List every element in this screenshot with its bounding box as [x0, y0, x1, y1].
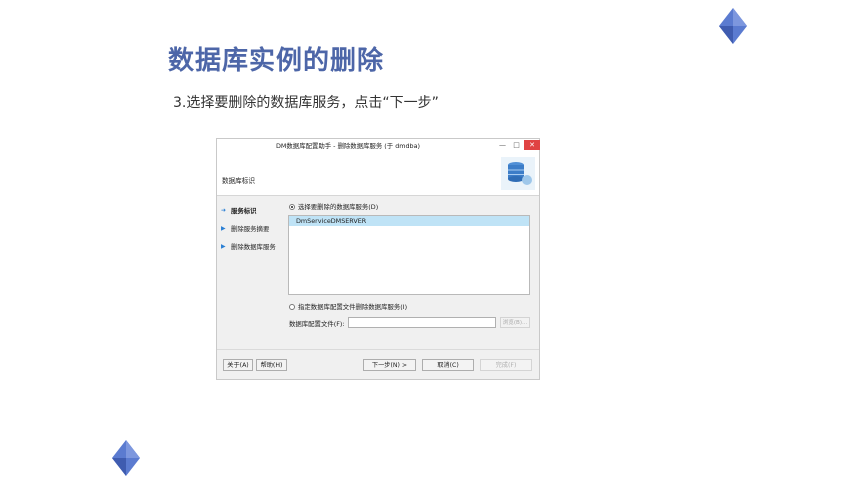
step-label: 删除数据库服务: [231, 242, 276, 251]
diamond-decoration-icon: [719, 8, 747, 44]
cancel-button[interactable]: 取消(C): [422, 359, 474, 371]
about-button[interactable]: 关于(A): [223, 359, 253, 371]
list-item[interactable]: DmServiceDMSERVER: [289, 216, 529, 226]
slide-title: 数据库实例的删除: [168, 46, 385, 76]
radio-unchecked[interactable]: [289, 303, 295, 310]
step-label: 服务标识: [231, 206, 257, 215]
step-service-id: ➜ 服务标识: [221, 201, 289, 219]
wizard-steps: ➜ 服务标识 ▶ 删除服务摘要 ▶ 删除数据库服务: [221, 201, 289, 255]
divider: [217, 349, 539, 350]
step-label: 删除服务摘要: [231, 224, 270, 233]
arrow-right-icon: ➜: [221, 206, 227, 214]
window-title: DM数据库配置助手 - 删除数据库服务 (于 dmdba): [275, 142, 421, 150]
radio-config-file[interactable]: 指定数据库配置文件删除数据库服务(I): [289, 302, 407, 311]
close-button[interactable]: ✕: [524, 140, 540, 150]
maximize-button[interactable]: □: [510, 140, 523, 150]
triangle-right-icon: ▶: [221, 224, 226, 232]
window-titlebar[interactable]: DM数据库配置助手 - 删除数据库服务 (于 dmdba) — □ ✕: [217, 139, 540, 153]
dialog-header: 数据库标识: [217, 153, 539, 196]
browse-button[interactable]: 浏览(B)...: [500, 317, 530, 328]
slide-subtitle: 3.选择要删除的数据库服务，点击“下一步”: [173, 95, 439, 111]
radio-select-service[interactable]: 选择要删除的数据库服务(D): [289, 202, 378, 211]
config-file-input[interactable]: [348, 317, 496, 328]
radio-checked[interactable]: [289, 203, 295, 210]
database-icon: [501, 157, 535, 190]
service-listbox[interactable]: DmServiceDMSERVER: [288, 215, 530, 295]
next-button[interactable]: 下一步(N) >: [363, 359, 416, 371]
radio-label: 指定数据库配置文件删除数据库服务(I): [298, 303, 408, 311]
header-label: 数据库标识: [222, 177, 255, 185]
step-delete-summary: ▶ 删除服务摘要: [221, 219, 289, 237]
diamond-decoration-icon: [112, 440, 140, 476]
minimize-button[interactable]: —: [496, 140, 509, 150]
radio-label: 选择要删除的数据库服务(D): [298, 203, 379, 211]
finish-button[interactable]: 完成(F): [480, 359, 532, 371]
help-button[interactable]: 帮助(H): [256, 359, 287, 371]
triangle-right-icon: ▶: [221, 242, 226, 250]
step-delete-service: ▶ 删除数据库服务: [221, 237, 289, 255]
config-file-label: 数据库配置文件(F):: [289, 320, 345, 328]
dm-config-dialog: DM数据库配置助手 - 删除数据库服务 (于 dmdba) — □ ✕ 数据库标…: [216, 138, 540, 380]
